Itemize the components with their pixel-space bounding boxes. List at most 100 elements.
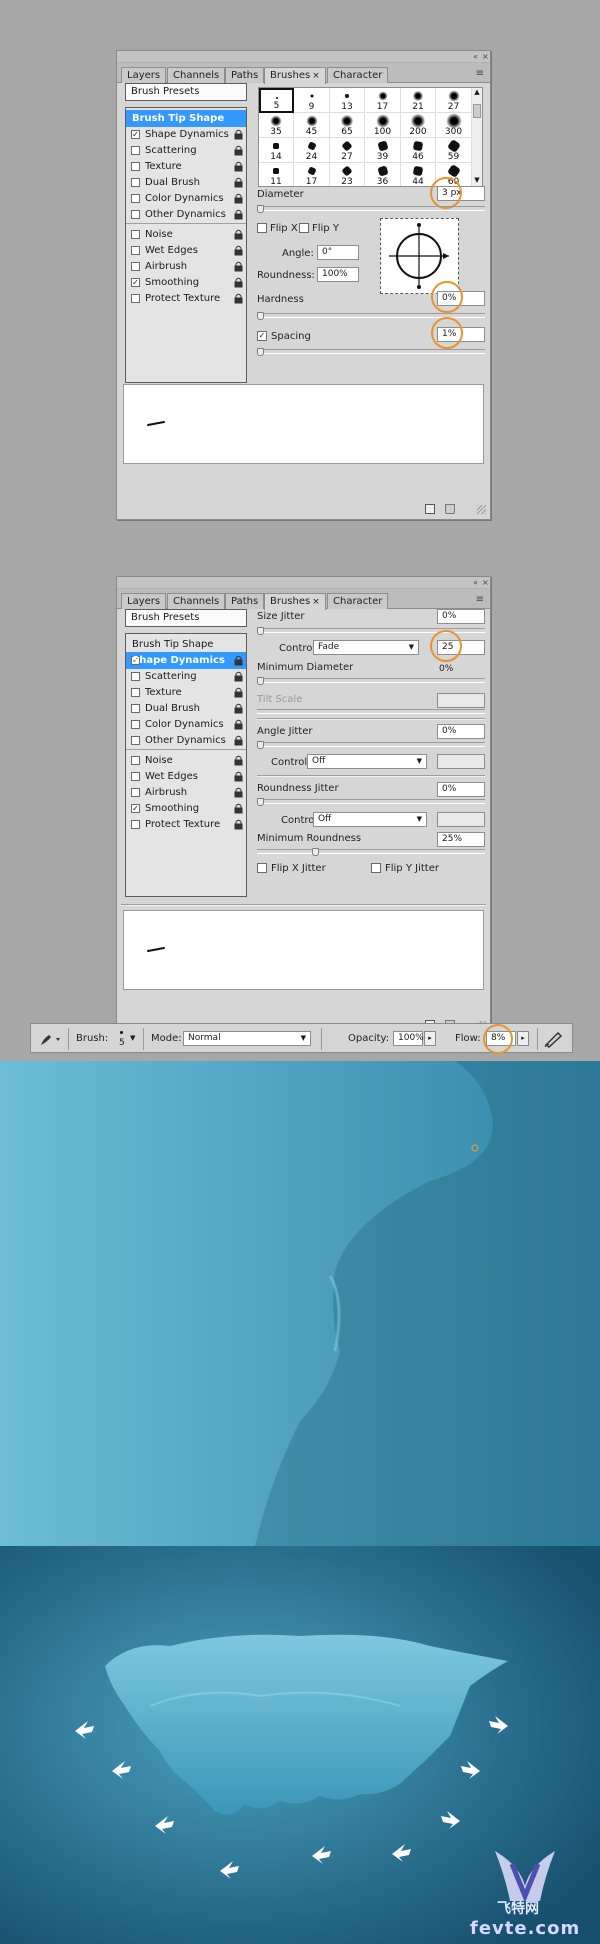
brush-presets-button[interactable]: Brush Presets	[125, 83, 247, 101]
lock-icon[interactable]	[234, 719, 243, 730]
brush-preset-cell[interactable]: 24	[294, 138, 330, 163]
brush-preset-cell[interactable]: 100	[365, 113, 401, 138]
tab-layers[interactable]: Layers	[121, 67, 167, 83]
tab-close-icon[interactable]: ×	[312, 597, 320, 607]
tab-brushes[interactable]: Brushes ×	[264, 67, 326, 84]
option-noise[interactable]: Noise	[126, 752, 246, 769]
lock-icon[interactable]	[234, 735, 243, 746]
lock-icon[interactable]	[234, 161, 243, 172]
scroll-up-icon[interactable]: ▲	[472, 88, 482, 98]
option-checkbox[interactable]	[131, 146, 140, 155]
option-smoothing[interactable]: ✓ Smoothing	[126, 800, 246, 817]
slider-knob[interactable]	[257, 627, 264, 635]
brush-preset-cell[interactable]: 36	[366, 163, 401, 186]
option-brush-tip-shape[interactable]: Brush Tip Shape	[126, 110, 246, 127]
option-texture[interactable]: Texture	[126, 158, 246, 175]
option-shape-dynamics[interactable]: ✓ Shape Dynamics	[126, 126, 246, 143]
brush-preset-cell[interactable]: 59	[436, 138, 472, 163]
option-checkbox[interactable]: ✓	[131, 804, 140, 813]
brush-preset-cell[interactable]: 17	[365, 88, 401, 113]
lock-icon[interactable]	[234, 245, 243, 256]
brush-preset-cell[interactable]: 14	[259, 138, 294, 163]
lock-icon[interactable]	[234, 229, 243, 240]
option-checkbox[interactable]	[131, 704, 140, 713]
brush-preset-cell[interactable]: 27	[330, 138, 365, 163]
lock-icon[interactable]	[234, 787, 243, 798]
slider-knob[interactable]	[257, 348, 264, 356]
lock-icon[interactable]	[234, 671, 243, 682]
tab-character[interactable]: Character	[327, 67, 389, 83]
collapse-icon[interactable]: «	[473, 52, 478, 61]
option-checkbox[interactable]	[131, 178, 140, 187]
option-checkbox[interactable]	[131, 210, 140, 219]
option-airbrush[interactable]: Airbrush	[126, 784, 246, 801]
lock-icon[interactable]	[234, 129, 243, 140]
option-color-dynamics[interactable]: Color Dynamics	[126, 716, 246, 733]
brush-preset-cell[interactable]: 9	[294, 88, 330, 113]
lock-icon[interactable]	[234, 755, 243, 766]
option-checkbox[interactable]	[131, 194, 140, 203]
panel-menu-icon[interactable]: ≡	[476, 68, 484, 79]
option-checkbox[interactable]	[131, 230, 140, 239]
brush-preset-cell[interactable]: 44	[401, 163, 436, 186]
option-checkbox[interactable]	[131, 820, 140, 829]
option-checkbox[interactable]	[131, 756, 140, 765]
option-color-dynamics[interactable]: Color Dynamics	[126, 190, 246, 207]
option-other-dynamics[interactable]: Other Dynamics	[126, 732, 246, 749]
slider-knob[interactable]	[257, 741, 264, 749]
panel-titlebar[interactable]: « ×	[117, 577, 490, 589]
spacing-checkbox[interactable]: ✓	[257, 331, 267, 341]
collapse-icon[interactable]: «	[473, 578, 478, 587]
brush-preset-cell[interactable]: 46	[401, 138, 436, 163]
diameter-slider[interactable]	[257, 205, 485, 213]
option-wet-edges[interactable]: Wet Edges	[126, 242, 246, 259]
tab-brushes[interactable]: Brushes ×	[264, 593, 326, 610]
brush-preset-cell[interactable]: 23	[330, 163, 365, 186]
brush-preset-cell[interactable]: 11	[259, 163, 294, 186]
lock-icon[interactable]	[234, 687, 243, 698]
brush-preset-cell[interactable]: 5	[259, 88, 294, 113]
option-scattering[interactable]: Scattering	[126, 668, 246, 685]
lock-icon[interactable]	[234, 145, 243, 156]
roundness-field[interactable]: 100%	[317, 267, 359, 282]
close-icon[interactable]: ×	[482, 578, 489, 587]
brush-preset-cell[interactable]: 27	[436, 88, 472, 113]
brush-presets-button[interactable]: Brush Presets	[125, 609, 247, 627]
lock-icon[interactable]	[234, 209, 243, 220]
brush-preset-cell[interactable]: 45	[294, 113, 330, 138]
brush-preset-cell[interactable]: 65	[330, 113, 365, 138]
flow-flyout-icon[interactable]: ▸	[517, 1031, 529, 1046]
brush-preset-cell[interactable]: 13	[330, 88, 365, 113]
option-checkbox[interactable]	[131, 720, 140, 729]
lock-icon[interactable]	[234, 277, 243, 288]
min-roundness-field[interactable]: 25%	[437, 832, 485, 847]
option-dual-brush[interactable]: Dual Brush	[126, 700, 246, 717]
roundness-jitter-field[interactable]: 0%	[437, 782, 485, 797]
option-checkbox[interactable]	[131, 294, 140, 303]
lock-icon[interactable]	[234, 703, 243, 714]
opacity-flyout-icon[interactable]: ▸	[424, 1031, 436, 1046]
option-smoothing[interactable]: ✓ Smoothing	[126, 274, 246, 291]
brush-preset-cell[interactable]: 35	[259, 113, 294, 138]
option-other-dynamics[interactable]: Other Dynamics	[126, 206, 246, 223]
angle-field[interactable]: 0°	[317, 245, 359, 260]
option-checkbox[interactable]	[131, 246, 140, 255]
tab-channels[interactable]: Channels	[167, 67, 226, 83]
roundness-control-select[interactable]: Off ▼	[313, 812, 427, 827]
slider-knob[interactable]	[257, 677, 264, 685]
brush-size-picker[interactable]: 5 ▼	[111, 1027, 137, 1051]
option-protect-texture[interactable]: Protect Texture	[126, 290, 246, 307]
tab-paths[interactable]: Paths	[225, 67, 265, 83]
panel-menu-icon[interactable]: ≡	[476, 594, 484, 605]
brush-preset-cell[interactable]: 300	[436, 113, 472, 138]
lock-icon[interactable]	[234, 293, 243, 304]
size-jitter-field[interactable]: 0%	[437, 609, 485, 624]
option-checkbox[interactable]	[131, 162, 140, 171]
mode-select[interactable]: Normal ▼	[183, 1031, 311, 1046]
option-checkbox[interactable]	[131, 788, 140, 797]
angle-jitter-slider[interactable]	[257, 741, 485, 749]
opacity-field[interactable]: 100%	[393, 1031, 424, 1046]
lock-icon[interactable]	[234, 193, 243, 204]
flip-y-jitter-checkbox[interactable]	[371, 863, 381, 873]
brush-tool-icon[interactable]	[37, 1030, 63, 1048]
